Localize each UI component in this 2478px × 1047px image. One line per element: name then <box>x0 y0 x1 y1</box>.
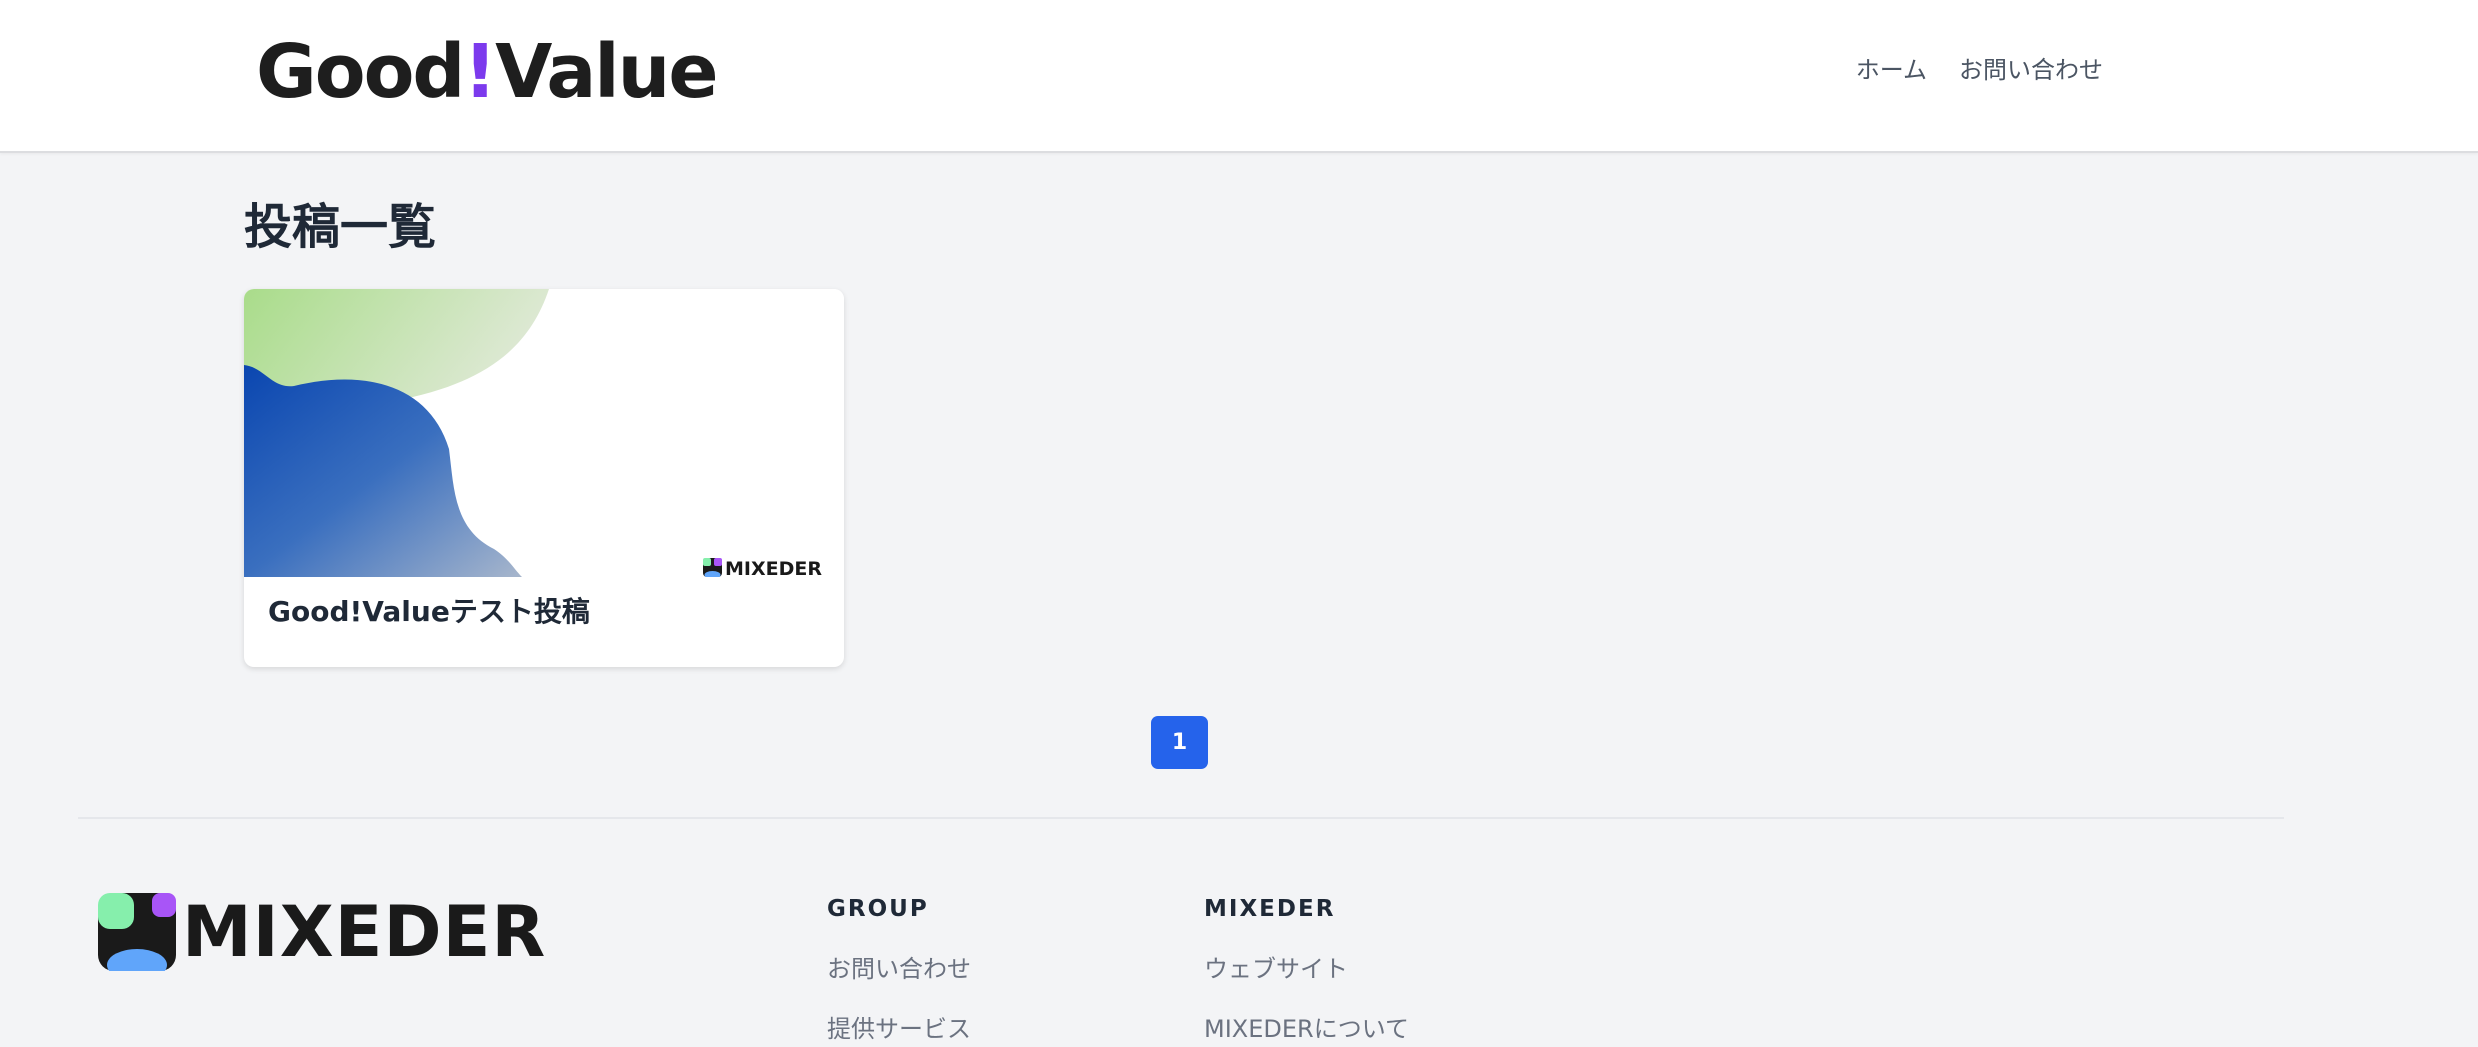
pagination-page-1-button[interactable]: 1 <box>1151 716 1208 769</box>
site-logo[interactable]: Good!Value <box>256 26 719 118</box>
nav-contact-link[interactable]: お問い合わせ <box>1959 52 2103 88</box>
logo-exclamation: ! <box>463 29 497 115</box>
footer-link-services[interactable]: 提供サービス <box>827 1012 971 1046</box>
mixeder-logo-icon <box>98 893 176 971</box>
post-thumbnail: MIXEDER <box>244 289 844 577</box>
site-header: Good!Value ホーム お問い合わせ <box>0 0 2478 153</box>
post-card-title: Good!Valueテスト投稿 <box>268 595 590 628</box>
footer-link-website[interactable]: ウェブサイト <box>1204 952 1409 986</box>
logo-text-good: Good <box>256 29 465 115</box>
footer-link-contact[interactable]: お問い合わせ <box>827 952 971 986</box>
footer-column-mixeder: MIXEDER ウェブサイト MIXEDERについて <box>1204 892 1409 1046</box>
page-title: 投稿一覧 <box>244 199 437 255</box>
main-nav: ホーム お問い合わせ <box>1856 52 2103 88</box>
footer-link-about[interactable]: MIXEDERについて <box>1204 1012 1409 1046</box>
logo-text-value: Value <box>495 29 718 115</box>
footer-column-heading: GROUP <box>827 896 929 922</box>
thumbnail-mixeder-logo-icon <box>703 558 722 577</box>
footer-column-heading: MIXEDER <box>1204 896 1336 922</box>
footer-column-group: GROUP お問い合わせ 提供サービス <box>827 892 971 1046</box>
post-card[interactable]: MIXEDER Good!Valueテスト投稿 <box>244 289 844 667</box>
footer-brand-text: MIXEDER <box>182 891 547 973</box>
nav-home-link[interactable]: ホーム <box>1856 52 1927 88</box>
footer-logo[interactable]: MIXEDER <box>98 892 546 972</box>
footer-divider <box>78 817 2284 819</box>
thumbnail-brand-text: MIXEDER <box>725 558 822 577</box>
